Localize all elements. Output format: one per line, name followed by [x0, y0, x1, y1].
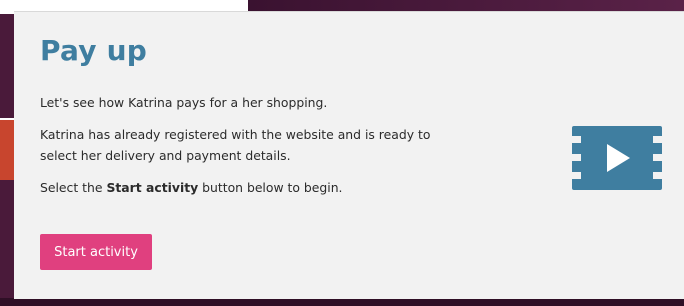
start-activity-button[interactable]: Start activity	[40, 234, 152, 270]
page-title: Pay up	[40, 34, 147, 67]
activity-card: Pay up Let's see how Katrina pays for a …	[14, 11, 684, 299]
instruction-paragraph: Select the Start activity button below t…	[40, 177, 440, 198]
instruction-suffix: button below to begin.	[198, 180, 343, 195]
intro-paragraph: Let's see how Katrina pays for a her sho…	[40, 95, 328, 110]
video-film-icon	[572, 126, 662, 190]
context-paragraph: Katrina has already registered with the …	[40, 127, 431, 163]
instruction-bold: Start activity	[106, 180, 199, 195]
instruction-prefix: Select the	[40, 180, 107, 195]
background-bottom-strip	[0, 298, 684, 306]
background-panel-edge	[0, 120, 14, 180]
